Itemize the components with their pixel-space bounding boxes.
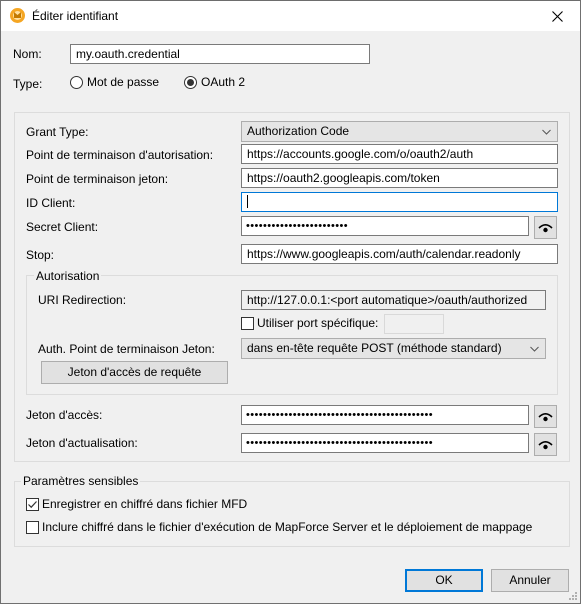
specific-port-input[interactable] <box>384 314 444 334</box>
redirect-uri-input[interactable]: http://127.0.0.1:<port automatique>/oaut… <box>241 290 546 310</box>
eye-icon <box>538 223 553 232</box>
refresh-token-label: Jeton d'actualisation: <box>26 436 138 450</box>
scope-label: Stop: <box>26 248 55 262</box>
token-endpoint-label: Point de terminaison jeton: <box>26 172 169 186</box>
sensitive-settings-title: Paramètres sensibles <box>21 474 141 488</box>
eye-icon <box>538 440 553 449</box>
redirect-uri-label: URI Redirection: <box>38 293 127 307</box>
specific-port-checkbox[interactable] <box>241 317 254 330</box>
grant-type-select[interactable]: Authorization Code <box>241 121 558 142</box>
window-title: Éditer identifiant <box>32 9 119 23</box>
name-input[interactable]: my.oauth.credential <box>70 44 370 64</box>
client-secret-input[interactable]: •••••••••••••••••••••••• <box>241 216 529 236</box>
name-label: Nom: <box>13 47 42 61</box>
request-access-token-button[interactable]: Jeton d'accès de requête <box>41 361 228 384</box>
text-caret <box>247 195 248 209</box>
reveal-access-token-button[interactable] <box>534 405 557 428</box>
app-icon-glyph <box>14 12 21 18</box>
scope-input[interactable]: https://www.googleapis.com/auth/calendar… <box>241 244 558 264</box>
ok-button[interactable]: OK <box>405 569 483 592</box>
mapforce-app-icon <box>10 8 25 23</box>
include-encrypted-server-checkbox[interactable] <box>26 521 39 534</box>
reveal-refresh-token-button[interactable] <box>534 433 557 456</box>
grant-type-label: Grant Type: <box>26 125 89 139</box>
access-token-label: Jeton d'accès: <box>26 408 103 422</box>
chevron-down-icon <box>530 346 539 352</box>
sensitive-settings-group <box>14 481 570 547</box>
chevron-down-icon <box>542 129 551 135</box>
eye-icon <box>538 412 553 421</box>
checkmark-icon <box>28 501 37 509</box>
token-endpoint-auth-select[interactable]: dans en-tête requête POST (méthode stand… <box>241 338 546 359</box>
save-encrypted-mfd-label: Enregistrer en chiffré dans fichier MFD <box>42 497 248 511</box>
reveal-client-secret-button[interactable] <box>534 216 557 239</box>
type-label: Type: <box>13 77 43 91</box>
radio-oauth2[interactable] <box>184 76 197 89</box>
client-secret-label: Secret Client: <box>26 220 99 234</box>
close-button[interactable] <box>534 1 580 31</box>
authorization-group-title: Autorisation <box>34 269 102 283</box>
token-endpoint-auth-value: dans en-tête requête POST (méthode stand… <box>247 341 502 355</box>
include-encrypted-server-label: Inclure chiffré dans le fichier d'exécut… <box>42 520 533 534</box>
radio-password[interactable] <box>70 76 83 89</box>
refresh-token-input[interactable]: ••••••••••••••••••••••••••••••••••••••••… <box>241 433 529 453</box>
radio-oauth2-label: OAuth 2 <box>201 75 246 89</box>
close-icon <box>551 10 563 22</box>
specific-port-label: Utiliser port spécifique: <box>257 316 379 330</box>
token-endpoint-auth-label: Auth. Point de terminaison Jeton: <box>38 342 215 356</box>
radio-password-label: Mot de passe <box>87 75 160 89</box>
title-bar: Éditer identifiant <box>1 1 580 31</box>
auth-endpoint-input[interactable]: https://accounts.google.com/o/oauth2/aut… <box>241 144 558 164</box>
save-encrypted-mfd-checkbox[interactable] <box>26 498 39 511</box>
cancel-button[interactable]: Annuler <box>491 569 569 592</box>
client-id-input[interactable] <box>241 192 558 212</box>
access-token-input[interactable]: ••••••••••••••••••••••••••••••••••••••••… <box>241 405 529 425</box>
resize-grip-icon[interactable] <box>568 591 578 601</box>
edit-credential-dialog: Éditer identifiant Nom: my.oauth.credent… <box>0 0 581 604</box>
grant-type-value: Authorization Code <box>247 124 350 138</box>
token-endpoint-input[interactable]: https://oauth2.googleapis.com/token <box>241 168 558 188</box>
client-id-label: ID Client: <box>26 196 76 210</box>
auth-endpoint-label: Point de terminaison d'autorisation: <box>26 148 214 162</box>
